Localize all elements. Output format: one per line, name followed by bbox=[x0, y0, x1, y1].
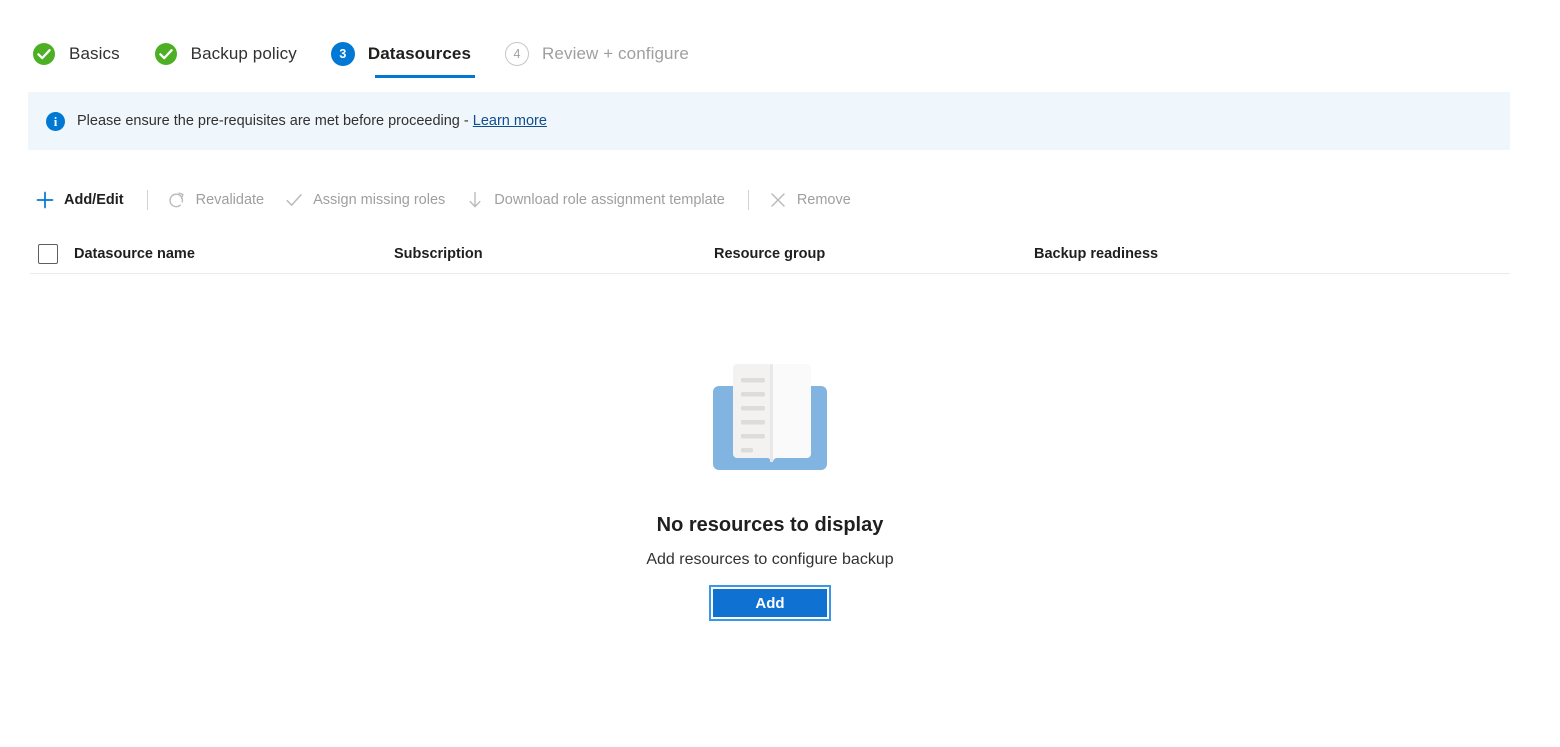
checkmark-icon bbox=[283, 189, 305, 211]
command-label: Remove bbox=[796, 192, 851, 208]
command-toolbar: Add/Edit Revalidate Assign missing roles… bbox=[30, 180, 1560, 220]
check-circle-icon bbox=[32, 42, 56, 66]
column-header-subscription[interactable]: Subscription bbox=[394, 246, 714, 262]
info-icon: i bbox=[46, 111, 65, 131]
empty-state-title: No resources to display bbox=[656, 514, 884, 536]
command-label: Download role assignment template bbox=[494, 192, 725, 208]
banner-message: Please ensure the pre-requisites are met… bbox=[77, 113, 473, 129]
select-all-cell bbox=[30, 243, 74, 264]
empty-state-subtitle: Add resources to configure backup bbox=[646, 551, 894, 568]
select-all-checkbox[interactable] bbox=[38, 243, 58, 264]
tab-review-configure[interactable]: 4 Review + configure bbox=[501, 30, 693, 78]
tab-datasources[interactable]: 3 Datasources bbox=[327, 30, 476, 78]
wizard-step-tabs: Basics Backup policy 3 Datasources 4 Rev… bbox=[0, 0, 1560, 78]
refresh-icon bbox=[166, 189, 188, 211]
datasources-table-header: Datasource name Subscription Resource gr… bbox=[30, 234, 1510, 274]
toolbar-separator bbox=[146, 190, 148, 210]
column-header-datasource-name[interactable]: Datasource name bbox=[74, 246, 394, 262]
empty-state: No resources to display Add resources to… bbox=[0, 340, 1540, 621]
toolbar-separator bbox=[747, 190, 749, 210]
check-circle-icon bbox=[154, 42, 178, 66]
tab-backup-policy[interactable]: Backup policy bbox=[150, 30, 301, 78]
command-label: Revalidate bbox=[195, 192, 265, 208]
download-arrow-icon bbox=[464, 189, 486, 211]
add-edit-button[interactable]: Add/Edit bbox=[30, 183, 133, 217]
plus-icon bbox=[34, 189, 56, 211]
banner-text: Please ensure the pre-requisites are met… bbox=[77, 113, 547, 129]
remove-button[interactable]: Remove bbox=[763, 183, 860, 217]
column-header-resource-group[interactable]: Resource group bbox=[714, 246, 1034, 262]
tab-label: Datasources bbox=[367, 44, 472, 63]
step-number-badge: 4 bbox=[505, 42, 530, 66]
step-number-badge: 3 bbox=[330, 42, 355, 66]
open-book-icon bbox=[695, 340, 845, 490]
assign-missing-roles-button[interactable]: Assign missing roles bbox=[279, 183, 454, 217]
learn-more-link[interactable]: Learn more bbox=[473, 113, 547, 129]
command-label: Assign missing roles bbox=[313, 192, 446, 208]
close-x-icon bbox=[767, 189, 789, 211]
download-role-assignment-template-button[interactable]: Download role assignment template bbox=[460, 183, 734, 217]
tab-label: Basics bbox=[69, 44, 120, 63]
command-label: Add/Edit bbox=[64, 192, 124, 208]
revalidate-button[interactable]: Revalidate bbox=[162, 183, 274, 217]
column-header-backup-readiness[interactable]: Backup readiness bbox=[1034, 246, 1354, 262]
tab-label: Review + configure bbox=[542, 44, 689, 63]
tab-label: Backup policy bbox=[190, 44, 297, 63]
prerequisites-info-banner: i Please ensure the pre-requisites are m… bbox=[28, 92, 1510, 150]
tab-basics[interactable]: Basics bbox=[28, 30, 124, 78]
add-button[interactable]: Add bbox=[709, 585, 831, 621]
